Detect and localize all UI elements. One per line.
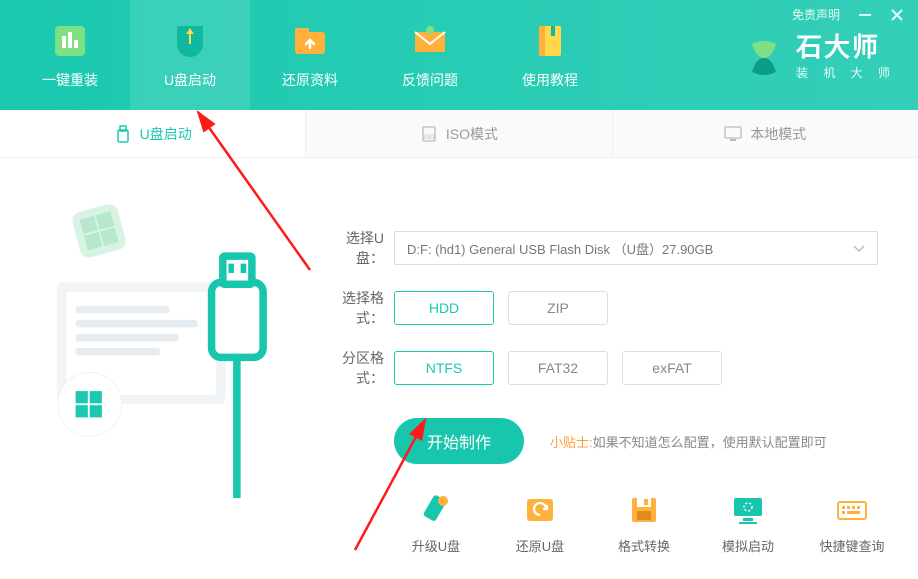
monitor-boot-icon: [730, 492, 766, 528]
window-controls: 免责声明: [792, 6, 904, 23]
top-navbar: 免责声明 一键重装 U盘启动 还原资料: [0, 0, 918, 110]
envelope-icon: [409, 20, 451, 62]
action-label: 快捷键查询: [819, 536, 884, 555]
nav-label: 还原资料: [282, 70, 338, 90]
tab-local-mode[interactable]: 本地模式: [612, 110, 918, 157]
brand-subtitle: 装 机 大 师: [796, 64, 896, 81]
brand: 石大师 装 机 大 师: [742, 34, 896, 81]
partition-label: 分区格式：: [320, 348, 394, 388]
action-label: 格式转换: [618, 536, 670, 555]
nav-feedback[interactable]: 反馈问题: [370, 0, 490, 110]
action-format-convert[interactable]: 格式转换: [604, 492, 684, 555]
tip-text: 小贴士:如果不知道怎么配置，使用默认配置即可: [550, 432, 827, 451]
nav-label: 反馈问题: [402, 70, 458, 90]
format-label: 选择格式：: [320, 288, 394, 328]
action-label: 还原U盘: [516, 536, 564, 555]
tab-iso-mode[interactable]: ISO ISO模式: [305, 110, 611, 157]
partition-option-fat32[interactable]: FAT32: [508, 351, 608, 385]
usb-small-icon: [114, 125, 132, 143]
floppy-icon: [626, 492, 662, 528]
action-upgrade-usb[interactable]: 升级U盘: [396, 492, 476, 555]
nav-restore[interactable]: 还原资料: [250, 0, 370, 110]
action-hotkey-query[interactable]: 快捷键查询: [812, 492, 892, 555]
monitor-icon: [724, 125, 742, 143]
main-nav: 一键重装 U盘启动 还原资料 反馈问题 使用教程: [0, 0, 610, 110]
udisk-dropdown[interactable]: D:F: (hd1) General USB Flash Disk （U盘）27…: [394, 231, 878, 265]
format-option-zip[interactable]: ZIP: [508, 291, 608, 325]
udisk-value: D:F: (hd1) General USB Flash Disk （U盘）27…: [407, 239, 713, 258]
svg-text:ISO: ISO: [424, 135, 435, 141]
tab-label: ISO模式: [446, 124, 498, 144]
config-form: 选择U盘： D:F: (hd1) General USB Flash Disk …: [320, 228, 878, 464]
iso-icon: ISO: [420, 125, 438, 143]
bar-chart-icon: [49, 20, 91, 62]
udisk-label: 选择U盘：: [320, 228, 394, 268]
restore-icon: [522, 492, 558, 528]
start-create-button[interactable]: 开始制作: [394, 418, 524, 464]
partition-option-ntfs[interactable]: NTFS: [394, 351, 494, 385]
brand-title: 石大师: [796, 34, 896, 60]
nav-label: 使用教程: [522, 70, 578, 90]
nav-usb-boot[interactable]: U盘启动: [130, 0, 250, 110]
action-label: 升级U盘: [412, 536, 460, 555]
action-simulate-boot[interactable]: 模拟启动: [708, 492, 788, 555]
mode-tabs: U盘启动 ISO ISO模式 本地模式: [0, 110, 918, 158]
action-label: 模拟启动: [722, 536, 774, 555]
tab-usb-boot[interactable]: U盘启动: [0, 110, 305, 157]
nav-tutorial[interactable]: 使用教程: [490, 0, 610, 110]
main-panel: 选择U盘： D:F: (hd1) General USB Flash Disk …: [0, 158, 918, 579]
tool-actions: 升级U盘 还原U盘 格式转换 模拟启动 快捷键查询: [396, 492, 892, 555]
nav-reinstall[interactable]: 一键重装: [10, 0, 130, 110]
close-button[interactable]: [890, 8, 904, 22]
partition-option-exfat[interactable]: exFAT: [622, 351, 722, 385]
usb-shield-icon: [169, 20, 211, 62]
keyboard-icon: [834, 492, 870, 528]
tip-label: 小贴士:: [550, 435, 593, 450]
book-icon: [529, 20, 571, 62]
format-option-hdd[interactable]: HDD: [394, 291, 494, 325]
nav-label: 一键重装: [42, 70, 98, 90]
brand-logo-icon: [742, 36, 786, 80]
usb-illustration: [30, 198, 290, 458]
nav-label: U盘启动: [164, 70, 216, 90]
tab-label: U盘启动: [140, 124, 192, 144]
usb-up-icon: [418, 492, 454, 528]
minimize-button[interactable]: [858, 8, 872, 22]
tab-label: 本地模式: [750, 124, 806, 144]
folder-up-icon: [289, 20, 331, 62]
chevron-down-icon: [853, 241, 865, 256]
disclaimer-link[interactable]: 免责声明: [792, 6, 840, 23]
action-restore-usb[interactable]: 还原U盘: [500, 492, 580, 555]
